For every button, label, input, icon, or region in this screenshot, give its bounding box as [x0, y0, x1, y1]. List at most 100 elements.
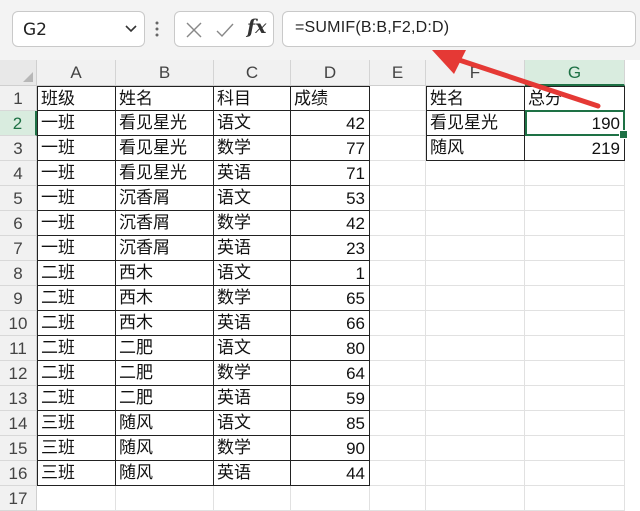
row-header-14[interactable]: 14 — [0, 411, 37, 436]
cell-a10[interactable]: 二班 — [37, 311, 116, 336]
enter-check-icon[interactable] — [215, 21, 235, 39]
cell-g8[interactable] — [525, 261, 625, 286]
cell-g10[interactable] — [525, 311, 625, 336]
cell-f15[interactable] — [426, 436, 525, 461]
cell-d11[interactable]: 80 — [291, 336, 370, 361]
cell-b3[interactable]: 看见星光 — [116, 136, 214, 161]
cell-e9[interactable] — [370, 286, 426, 311]
cell-g11[interactable] — [525, 336, 625, 361]
cell-c17[interactable] — [214, 486, 291, 511]
column-header-c[interactable]: C — [214, 60, 291, 86]
cell-g2[interactable]: 190 — [525, 111, 625, 136]
cell-g5[interactable] — [525, 186, 625, 211]
cell-c8[interactable]: 语文 — [214, 261, 291, 286]
column-header-b[interactable]: B — [116, 60, 214, 86]
cell-c14[interactable]: 语文 — [214, 411, 291, 436]
cell-b15[interactable]: 随风 — [116, 436, 214, 461]
row-header-8[interactable]: 8 — [0, 261, 37, 286]
cell-e14[interactable] — [370, 411, 426, 436]
cell-e15[interactable] — [370, 436, 426, 461]
cell-d5[interactable]: 53 — [291, 186, 370, 211]
cell-e13[interactable] — [370, 386, 426, 411]
cell-e10[interactable] — [370, 311, 426, 336]
cell-e6[interactable] — [370, 211, 426, 236]
cell-c10[interactable]: 英语 — [214, 311, 291, 336]
cell-e16[interactable] — [370, 461, 426, 486]
formula-input[interactable]: =SUMIF(B:B,F2,D:D) — [282, 11, 636, 47]
cell-a17[interactable] — [37, 486, 116, 511]
cell-b16[interactable]: 随风 — [116, 461, 214, 486]
cell-c16[interactable]: 英语 — [214, 461, 291, 486]
cell-d16[interactable]: 44 — [291, 461, 370, 486]
cell-b2[interactable]: 看见星光 — [116, 111, 214, 136]
cell-a12[interactable]: 二班 — [37, 361, 116, 386]
cell-f4[interactable] — [426, 161, 525, 186]
cell-c11[interactable]: 语文 — [214, 336, 291, 361]
row-header-5[interactable]: 5 — [0, 186, 37, 211]
cell-e3[interactable] — [370, 136, 426, 161]
cell-b7[interactable]: 沉香屑 — [116, 236, 214, 261]
row-header-3[interactable]: 3 — [0, 136, 37, 161]
cell-f6[interactable] — [426, 211, 525, 236]
row-header-9[interactable]: 9 — [0, 286, 37, 311]
cell-a6[interactable]: 一班 — [37, 211, 116, 236]
cell-b1[interactable]: 姓名 — [116, 86, 214, 111]
cell-g9[interactable] — [525, 286, 625, 311]
cell-b6[interactable]: 沉香屑 — [116, 211, 214, 236]
cell-b4[interactable]: 看见星光 — [116, 161, 214, 186]
cell-g12[interactable] — [525, 361, 625, 386]
cell-a13[interactable]: 二班 — [37, 386, 116, 411]
cell-d10[interactable]: 66 — [291, 311, 370, 336]
cell-f9[interactable] — [426, 286, 525, 311]
select-all-corner[interactable] — [0, 60, 37, 86]
row-header-10[interactable]: 10 — [0, 311, 37, 336]
cell-d1[interactable]: 成绩 — [291, 86, 370, 111]
cell-f14[interactable] — [426, 411, 525, 436]
cell-e12[interactable] — [370, 361, 426, 386]
row-header-6[interactable]: 6 — [0, 211, 37, 236]
cell-a7[interactable]: 一班 — [37, 236, 116, 261]
cell-c1[interactable]: 科目 — [214, 86, 291, 111]
row-header-4[interactable]: 4 — [0, 161, 37, 186]
cell-g13[interactable] — [525, 386, 625, 411]
cell-e17[interactable] — [370, 486, 426, 511]
row-header-15[interactable]: 15 — [0, 436, 37, 461]
cell-a15[interactable]: 三班 — [37, 436, 116, 461]
cell-c4[interactable]: 英语 — [214, 161, 291, 186]
cell-a5[interactable]: 一班 — [37, 186, 116, 211]
cell-b10[interactable]: 西木 — [116, 311, 214, 336]
cell-f11[interactable] — [426, 336, 525, 361]
cell-d12[interactable]: 64 — [291, 361, 370, 386]
cell-c12[interactable]: 数学 — [214, 361, 291, 386]
chevron-down-icon[interactable] — [124, 24, 138, 34]
cell-g6[interactable] — [525, 211, 625, 236]
cell-b5[interactable]: 沉香屑 — [116, 186, 214, 211]
cell-a14[interactable]: 三班 — [37, 411, 116, 436]
cell-b14[interactable]: 随风 — [116, 411, 214, 436]
cell-a16[interactable]: 三班 — [37, 461, 116, 486]
column-header-e[interactable]: E — [370, 60, 426, 86]
cell-d7[interactable]: 23 — [291, 236, 370, 261]
cell-f2[interactable]: 看见星光 — [426, 111, 525, 136]
cell-a11[interactable]: 二班 — [37, 336, 116, 361]
cell-b11[interactable]: 二肥 — [116, 336, 214, 361]
cell-c3[interactable]: 数学 — [214, 136, 291, 161]
cell-b13[interactable]: 二肥 — [116, 386, 214, 411]
cell-f1[interactable]: 姓名 — [426, 86, 525, 111]
cell-e8[interactable] — [370, 261, 426, 286]
cancel-icon[interactable] — [185, 21, 203, 39]
cell-e11[interactable] — [370, 336, 426, 361]
more-options-icon[interactable] — [154, 18, 160, 40]
cell-d2[interactable]: 42 — [291, 111, 370, 136]
column-header-g[interactable]: G — [525, 60, 625, 86]
cell-e7[interactable] — [370, 236, 426, 261]
cell-d4[interactable]: 71 — [291, 161, 370, 186]
cell-a2[interactable]: 一班 — [37, 111, 116, 136]
row-header-11[interactable]: 11 — [0, 336, 37, 361]
row-header-17[interactable]: 17 — [0, 486, 37, 511]
cell-d9[interactable]: 65 — [291, 286, 370, 311]
cell-f3[interactable]: 随风 — [426, 136, 525, 161]
cell-d17[interactable] — [291, 486, 370, 511]
cell-e1[interactable] — [370, 86, 426, 111]
name-box[interactable]: G2 — [12, 11, 145, 47]
